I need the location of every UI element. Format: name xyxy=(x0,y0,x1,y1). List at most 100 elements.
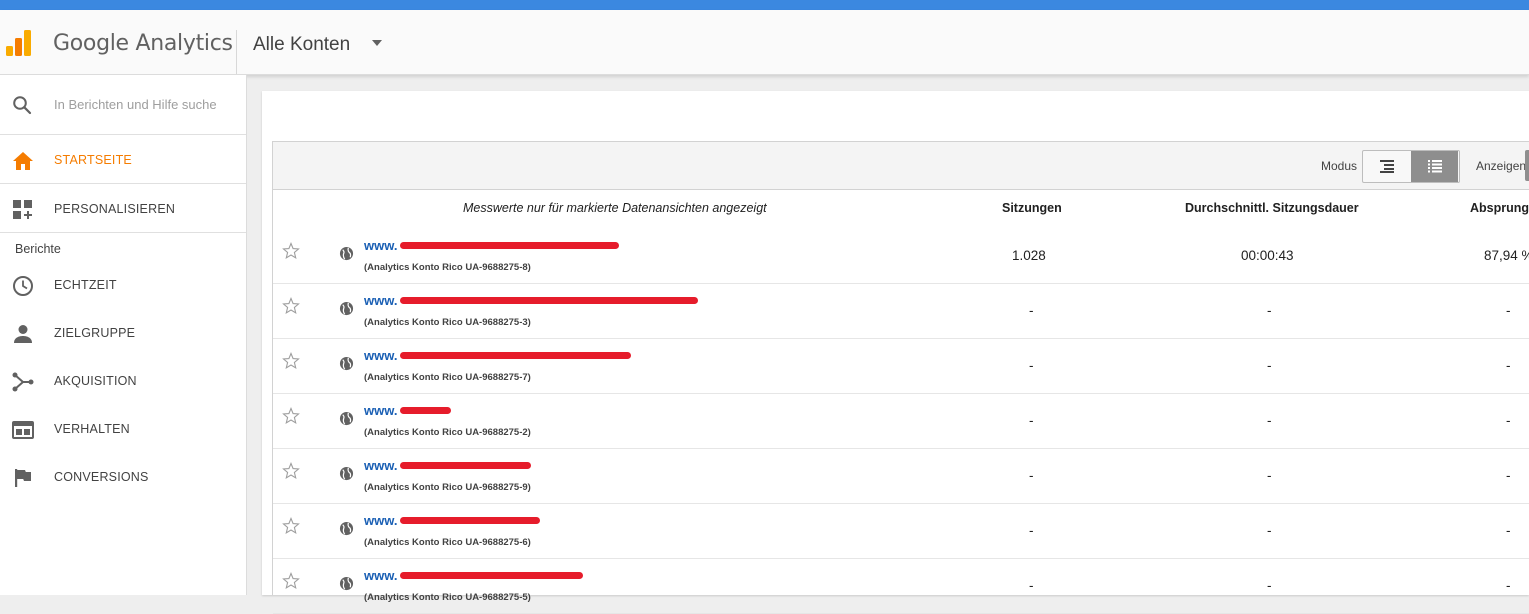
sidebar-item-label: CONVERSIONS xyxy=(54,470,149,484)
globe-icon xyxy=(339,356,354,371)
person-icon xyxy=(14,325,32,343)
cell-bounce: 87,94 % xyxy=(1484,248,1529,263)
cell-duration: 00:00:43 xyxy=(1241,248,1294,263)
cell-duration: - xyxy=(1267,303,1272,318)
star-icon[interactable] xyxy=(282,242,300,260)
property-account: (Analytics Konto Rico UA-9688275-9) xyxy=(364,482,531,493)
reports-section-label: Berichte xyxy=(15,242,61,256)
cell-sessions: - xyxy=(1029,468,1034,483)
star-icon[interactable] xyxy=(282,407,300,425)
sidebar-divider xyxy=(0,183,246,184)
table-row[interactable]: www. (Analytics Konto Rico UA-9688275-8)… xyxy=(273,228,1529,284)
table-note: Messwerte nur für markierte Datenansicht… xyxy=(463,201,767,215)
sidebar-item-personalisieren[interactable]: PERSONALISIEREN xyxy=(0,185,246,233)
cell-sessions: - xyxy=(1029,303,1034,318)
account-selector[interactable]: Alle Konten xyxy=(253,34,350,56)
redaction-mark xyxy=(400,517,540,524)
globe-icon xyxy=(339,246,354,261)
search-input[interactable] xyxy=(54,93,219,115)
clock-icon xyxy=(13,276,33,296)
app-header: Google Analytics Alle Konten xyxy=(0,10,1529,75)
star-icon[interactable] xyxy=(282,352,300,370)
property-link[interactable]: www. xyxy=(364,238,397,253)
column-header-sitzungen[interactable]: Sitzungen xyxy=(1002,201,1062,215)
redaction-mark xyxy=(400,407,451,414)
redaction-mark xyxy=(400,352,631,359)
sidebar-item-label: STARTSEITE xyxy=(54,153,132,167)
redaction-mark xyxy=(400,572,583,579)
search-icon[interactable] xyxy=(12,95,32,115)
table-row[interactable]: www. (Analytics Konto Rico UA-9688275-3)… xyxy=(273,283,1529,339)
property-link[interactable]: www. xyxy=(364,293,397,308)
anzeigen-label: Anzeigen xyxy=(1476,159,1527,173)
sidebar-item-label: PERSONALISIEREN xyxy=(54,202,176,216)
cell-bounce: - xyxy=(1506,358,1511,373)
property-account: (Analytics Konto Rico UA-9688275-3) xyxy=(364,317,531,328)
brand-title: Google Analytics xyxy=(53,31,233,56)
cell-bounce: - xyxy=(1506,578,1511,593)
browser-window-icon xyxy=(12,421,34,439)
home-icon xyxy=(13,152,33,170)
table-row[interactable]: www. (Analytics Konto Rico UA-9688275-7)… xyxy=(273,338,1529,394)
flag-icon xyxy=(15,469,31,487)
cell-duration: - xyxy=(1267,413,1272,428)
property-link[interactable]: www. xyxy=(364,513,397,528)
sidebar-item-verhalten[interactable]: VERHALTEN xyxy=(0,405,246,453)
globe-icon xyxy=(339,466,354,481)
cell-bounce: - xyxy=(1506,413,1511,428)
column-header-sitzungsdauer[interactable]: Durchschnittl. Sitzungsdauer xyxy=(1185,201,1359,215)
property-account: (Analytics Konto Rico UA-9688275-2) xyxy=(364,427,531,438)
cell-sessions: - xyxy=(1029,523,1034,538)
property-account: (Analytics Konto Rico UA-9688275-7) xyxy=(364,372,531,383)
analytics-logo-icon[interactable] xyxy=(6,30,32,56)
list-icon xyxy=(1428,160,1442,173)
property-link[interactable]: www. xyxy=(364,568,397,583)
sidebar-item-akquisition[interactable]: AKQUISITION xyxy=(0,357,246,405)
chevron-down-icon[interactable] xyxy=(372,40,382,46)
sidebar-item-label: ZIELGRUPPE xyxy=(54,326,136,340)
property-link[interactable]: www. xyxy=(364,348,397,363)
star-icon[interactable] xyxy=(282,572,300,590)
sidebar-item-label: ECHTZEIT xyxy=(54,278,117,292)
mode-list-button[interactable] xyxy=(1411,151,1458,182)
sidebar-item-zielgruppe[interactable]: ZIELGRUPPE xyxy=(0,309,246,357)
star-icon[interactable] xyxy=(282,462,300,480)
property-link[interactable]: www. xyxy=(364,403,397,418)
table-row[interactable]: www. (Analytics Konto Rico UA-9688275-2)… xyxy=(273,393,1529,449)
header-divider xyxy=(236,30,237,74)
sidebar-divider xyxy=(0,232,246,233)
property-account: (Analytics Konto Rico UA-9688275-8) xyxy=(364,262,531,273)
hierarchy-icon xyxy=(1380,160,1394,173)
modus-label: Modus xyxy=(1321,159,1358,173)
property-link[interactable]: www. xyxy=(364,458,397,473)
anzeigen-button[interactable] xyxy=(1525,150,1529,181)
redaction-mark xyxy=(400,297,698,304)
sidebar-item-label: VERHALTEN xyxy=(54,422,130,436)
table-header: Messwerte nur für markierte Datenansicht… xyxy=(273,189,1529,228)
cell-sessions: - xyxy=(1029,413,1034,428)
sidebar-item-conversions[interactable]: CONVERSIONS xyxy=(0,453,246,501)
cell-duration: - xyxy=(1267,358,1272,373)
sidebar-item-echtzeit[interactable]: ECHTZEIT xyxy=(0,261,246,309)
cell-duration: - xyxy=(1267,578,1272,593)
table-row[interactable]: www. (Analytics Konto Rico UA-9688275-9)… xyxy=(273,448,1529,504)
mode-hierarchy-button[interactable] xyxy=(1363,151,1410,182)
cell-sessions: 1.028 xyxy=(1012,248,1046,263)
cell-duration: - xyxy=(1267,523,1272,538)
table-row[interactable]: www. (Analytics Konto Rico UA-9688275-5)… xyxy=(273,558,1529,614)
cell-duration: - xyxy=(1267,468,1272,483)
star-icon[interactable] xyxy=(282,517,300,535)
property-account: (Analytics Konto Rico UA-9688275-5) xyxy=(364,592,531,603)
globe-icon xyxy=(339,521,354,536)
cell-sessions: - xyxy=(1029,358,1034,373)
globe-icon xyxy=(339,411,354,426)
mode-toggle xyxy=(1362,150,1460,183)
sidebar-search xyxy=(0,75,246,135)
column-header-absprungrate[interactable]: Absprungr xyxy=(1470,201,1529,215)
table-row[interactable]: www. (Analytics Konto Rico UA-9688275-6)… xyxy=(273,503,1529,559)
star-icon[interactable] xyxy=(282,297,300,315)
cell-bounce: - xyxy=(1506,523,1511,538)
cell-bounce: - xyxy=(1506,303,1511,318)
cell-sessions: - xyxy=(1029,578,1034,593)
sidebar-item-startseite[interactable]: STARTSEITE xyxy=(0,136,246,184)
